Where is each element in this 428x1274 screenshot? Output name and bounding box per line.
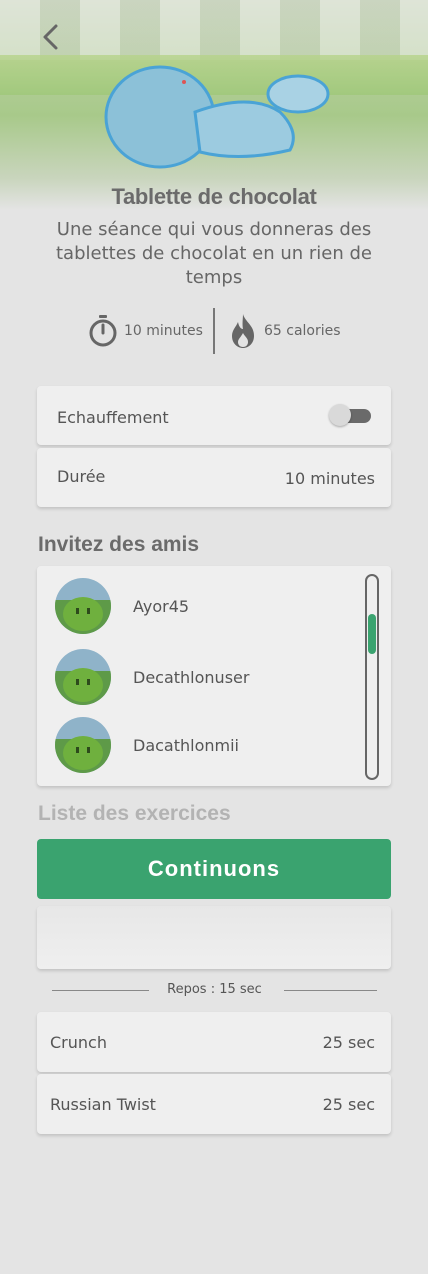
friends-scrollbar[interactable]: [365, 574, 379, 780]
avatar: [55, 717, 111, 773]
calories-stat-value: 65 calories: [264, 323, 341, 339]
workout-stats: 10 minutes 65 calories: [88, 306, 350, 356]
chevron-left-icon: [43, 24, 58, 50]
duration-stat: 10 minutes: [88, 306, 203, 356]
exercise-row[interactable]: Russian Twist 25 sec: [37, 1074, 391, 1134]
exercise-duration: 25 sec: [322, 1033, 375, 1052]
stats-divider: [213, 308, 215, 354]
friends-section-title: Invitez des amis: [38, 533, 200, 556]
workout-title: Tablette de chocolat: [111, 184, 317, 209]
continue-button[interactable]: Continuons: [37, 839, 391, 899]
back-button[interactable]: [38, 22, 64, 52]
duration-row[interactable]: Durée 10 minutes: [37, 448, 391, 507]
stopwatch-icon: [89, 315, 117, 347]
exercise-duration: 25 sec: [322, 1095, 375, 1114]
rest-line-right: [284, 990, 377, 991]
duration-label: Durée: [57, 467, 106, 486]
avatar: [55, 649, 111, 705]
toggle-knob: [329, 404, 351, 426]
duration-stat-value: 10 minutes: [124, 323, 203, 339]
exercises-section-title: Liste des exercices: [38, 802, 231, 825]
friends-list: Ayor45 Decathlonuser Dacathlonmii: [37, 566, 391, 786]
hero-trees: [0, 0, 428, 60]
friend-item[interactable]: Decathlonuser: [55, 649, 355, 705]
exercise-name: Russian Twist: [50, 1095, 156, 1114]
friend-name: Ayor45: [133, 596, 190, 616]
hero-image: [0, 0, 428, 210]
mascot-illustration: [104, 65, 330, 169]
warmup-toggle[interactable]: [329, 404, 371, 426]
flame-icon: [232, 314, 254, 348]
warmup-row: Echauffement: [37, 386, 391, 445]
friend-item[interactable]: Dacathlonmii: [55, 717, 355, 773]
friend-name: Dacathlonmii: [133, 735, 239, 755]
warmup-label: Echauffement: [57, 408, 169, 427]
friend-name: Decathlonuser: [133, 667, 250, 687]
duration-value: 10 minutes: [284, 469, 375, 488]
rest-separator: Repos : 15 sec: [52, 980, 377, 1002]
avatar: [55, 578, 111, 634]
workout-description: Une séance qui vous donneras des tablett…: [56, 219, 372, 288]
scrollbar-thumb[interactable]: [368, 614, 376, 654]
exercise-name: Crunch: [50, 1033, 107, 1052]
exercise-row-hidden: [37, 906, 391, 969]
exercise-row[interactable]: Crunch 25 sec: [37, 1012, 391, 1072]
calories-stat: 65 calories: [228, 306, 341, 356]
friend-item[interactable]: Ayor45: [55, 578, 355, 634]
